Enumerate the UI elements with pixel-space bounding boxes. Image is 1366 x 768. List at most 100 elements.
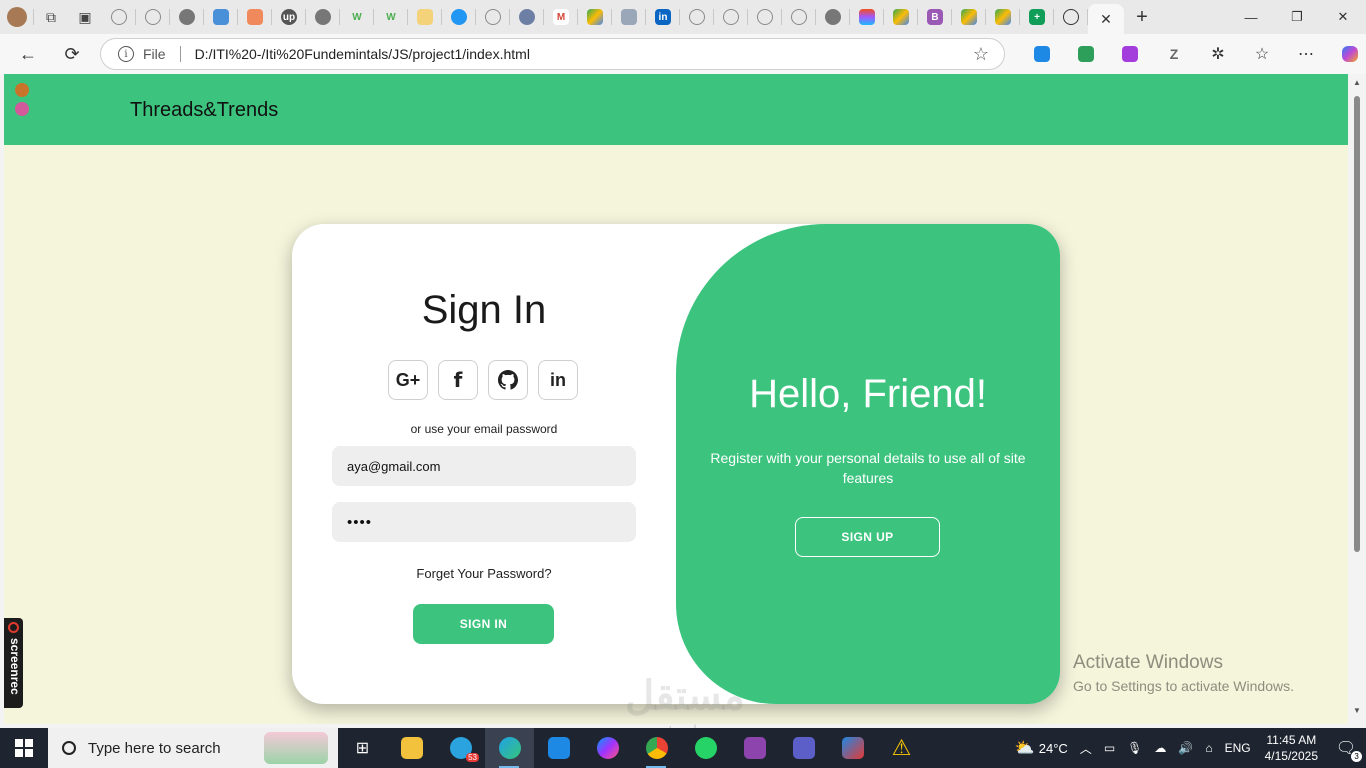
extension-z-icon[interactable]: Z (1152, 34, 1196, 74)
pinned-tab[interactable] (136, 0, 170, 34)
active-tab-close-button[interactable]: ✕ (1088, 4, 1124, 34)
taskbar-telegram[interactable]: 53 (436, 728, 485, 768)
pinned-tab[interactable] (408, 0, 442, 34)
notification-center-button[interactable]: 🗨 3 (1326, 728, 1366, 768)
taskbar-app[interactable] (828, 728, 877, 768)
signup-button[interactable]: SIGN UP (795, 517, 940, 557)
pinned-tab[interactable] (1054, 0, 1088, 34)
scroll-down-icon[interactable]: ▼ (1353, 706, 1361, 715)
network-icon[interactable]: ⌂ (1199, 741, 1218, 755)
weather-widget[interactable]: ⛅ 24°C (1009, 738, 1074, 758)
taskbar-teams[interactable] (779, 728, 828, 768)
github-button[interactable] (488, 360, 528, 400)
task-view-button[interactable]: ⊞ (338, 728, 387, 768)
taskbar-explorer[interactable] (387, 728, 436, 768)
profile-avatar[interactable] (0, 0, 34, 34)
favorite-star-icon[interactable]: ☆ (973, 44, 989, 65)
google-button[interactable]: G+ (388, 360, 428, 400)
new-tab-button[interactable]: + (1124, 0, 1160, 34)
pinned-tab[interactable]: W (374, 0, 408, 34)
chrome-icon (179, 9, 195, 25)
url-text[interactable]: D:/ITI%20-/Iti%20Fundemintals/JS/project… (195, 46, 530, 62)
panel-text: Register with your personal details to u… (710, 450, 1026, 486)
pinned-tab[interactable] (306, 0, 340, 34)
battery-icon[interactable]: ▭ (1098, 741, 1121, 755)
pinned-tab[interactable] (612, 0, 646, 34)
pinned-tab[interactable] (952, 0, 986, 34)
language-indicator[interactable]: ENG (1219, 741, 1257, 755)
scroll-up-icon[interactable]: ▲ (1353, 78, 1361, 87)
vertical-tabs-icon[interactable]: ▣ (68, 0, 102, 34)
start-button[interactable] (0, 728, 48, 768)
task-view-icon: ⊞ (355, 740, 370, 757)
brand-name[interactable]: Threads&Trends (130, 99, 278, 122)
address-bar[interactable]: i File D:/ITI%20-/Iti%20Fundemintals/JS/… (100, 38, 1005, 70)
extensions-puzzle-icon[interactable]: ✲ (1196, 34, 1240, 74)
clock[interactable]: 11:45 AM 4/15/2025 (1257, 732, 1326, 764)
taskbar-vscode[interactable] (534, 728, 583, 768)
pinned-tab[interactable] (204, 0, 238, 34)
refresh-button[interactable]: ⟳ (50, 34, 94, 74)
pinned-tab[interactable] (782, 0, 816, 34)
globe-icon (757, 9, 773, 25)
screenrec-widget[interactable]: screenrec (4, 618, 23, 708)
pinned-tab[interactable] (510, 0, 544, 34)
weather-temp: 24°C (1038, 740, 1068, 756)
pinned-tab[interactable]: B (918, 0, 952, 34)
more-menu-icon[interactable]: ⋯ (1284, 34, 1328, 74)
pinned-tab[interactable] (238, 0, 272, 34)
show-hidden-icons[interactable]: ︿ (1074, 740, 1098, 757)
onedrive-icon[interactable]: ☁ (1148, 741, 1172, 755)
pinned-tab[interactable] (748, 0, 782, 34)
pinned-tab[interactable]: up (272, 0, 306, 34)
pinned-tab[interactable] (986, 0, 1020, 34)
scroll-thumb[interactable] (1354, 96, 1360, 552)
globe-icon (791, 9, 807, 25)
taskbar-search[interactable]: Type here to search (48, 728, 338, 768)
info-icon[interactable]: i (118, 46, 134, 62)
pinned-tab[interactable] (476, 0, 510, 34)
password-field[interactable]: •••• (332, 502, 636, 542)
pinned-tab[interactable] (442, 0, 476, 34)
extension-shield-icon[interactable] (1064, 34, 1108, 74)
taskbar-warning[interactable]: ⚠ (877, 728, 926, 768)
pinned-tab[interactable]: + (1020, 0, 1054, 34)
pinned-tab[interactable] (816, 0, 850, 34)
taskbar-messenger[interactable] (583, 728, 632, 768)
pinned-tab[interactable]: M (544, 0, 578, 34)
restore-button[interactable]: ❐ (1274, 0, 1320, 34)
pinned-tab[interactable] (714, 0, 748, 34)
pinned-tab[interactable]: in (646, 0, 680, 34)
taskbar-whatsapp[interactable] (681, 728, 730, 768)
pinned-tab[interactable] (170, 0, 204, 34)
taskbar-visual-studio[interactable] (730, 728, 779, 768)
pinned-tab[interactable] (102, 0, 136, 34)
pinned-tab[interactable] (884, 0, 918, 34)
pinned-tab[interactable] (850, 0, 884, 34)
extension-pen-icon[interactable] (1020, 34, 1064, 74)
globe-icon (111, 9, 127, 25)
taskbar-edge[interactable] (485, 728, 534, 768)
favorites-icon[interactable]: ☆ (1240, 34, 1284, 74)
copilot-icon[interactable] (1328, 34, 1366, 74)
email-field[interactable]: aya@gmail.com (332, 446, 636, 486)
close-window-button[interactable]: ✕ (1320, 0, 1366, 34)
pinned-tab[interactable]: W (340, 0, 374, 34)
pinned-tab[interactable] (680, 0, 714, 34)
volume-icon[interactable]: 🔊 (1172, 741, 1199, 755)
logo-dot-icon (15, 83, 29, 97)
facebook-button[interactable]: f (438, 360, 478, 400)
extension-purple-icon[interactable] (1108, 34, 1152, 74)
social-buttons: G+ f in (388, 360, 578, 400)
signin-button[interactable]: SIGN IN (413, 604, 554, 644)
figma-icon (859, 9, 875, 25)
page-scrollbar[interactable]: ▲ ▼ (1348, 74, 1366, 724)
workspaces-icon[interactable]: ⧉ (34, 0, 68, 34)
back-button[interactable]: ← (6, 34, 50, 74)
taskbar-chrome[interactable] (632, 728, 681, 768)
minimize-button[interactable]: — (1228, 0, 1274, 34)
linkedin-button[interactable]: in (538, 360, 578, 400)
forget-password-link[interactable]: Forget Your Password? (292, 566, 676, 581)
pinned-tab[interactable] (578, 0, 612, 34)
microphone-icon[interactable]: 🎙 (1121, 741, 1148, 755)
